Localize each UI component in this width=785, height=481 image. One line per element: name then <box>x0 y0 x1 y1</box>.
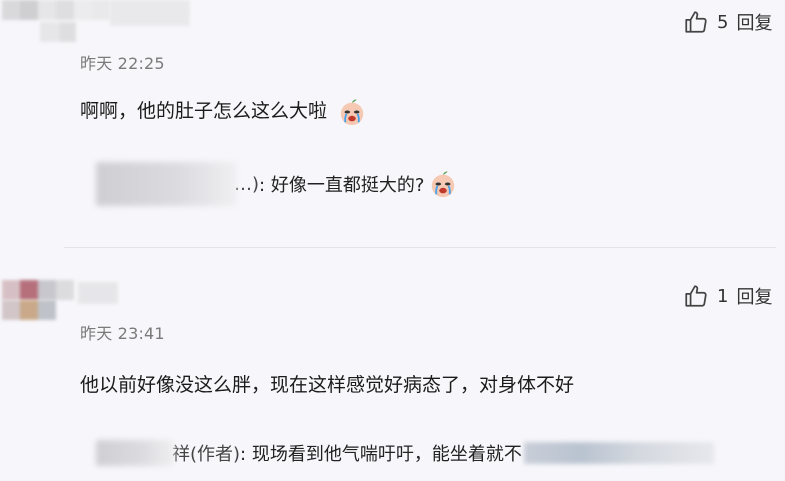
username-blur <box>40 22 76 42</box>
avatar-lower <box>2 300 56 320</box>
comment-text: 啊啊，他的肚子怎么这么大啦 <box>80 96 367 127</box>
thumbs-up-icon <box>685 11 707 33</box>
divider <box>64 247 776 248</box>
reply-author-blur <box>96 440 174 466</box>
avatar[interactable] <box>2 0 110 20</box>
like-button[interactable]: 5 回复 <box>683 9 772 35</box>
reply-item[interactable]: …) : 好像一直都挺大的? <box>96 162 458 206</box>
comment-text: 他以前好像没这么胖，现在这样感觉好病态了，对身体不好 <box>80 374 575 396</box>
comment-time: 昨天 23:41 <box>80 324 165 343</box>
crying-emoji-icon <box>432 171 455 198</box>
like-count: 5 <box>717 11 729 33</box>
like-button[interactable]: 1 回复 <box>683 283 772 309</box>
reply-item[interactable]: 祥(作者) : 现场看到他气喘吁吁，能坐着就不 <box>96 440 714 466</box>
reply-text-blur <box>523 442 714 464</box>
comment-list: 5 回复 昨天 22:25 啊啊，他的肚子怎么这么大啦 …) : 好像一直都挺大… <box>0 0 785 481</box>
reply-author-tail: 祥(作者) <box>172 444 241 465</box>
reply-author-tail: …) <box>234 173 260 195</box>
reply-text: : 好像一直都挺大的? <box>259 175 425 196</box>
reply-text: : 现场看到他气喘吁吁，能坐着就不 <box>240 444 522 465</box>
reply-button[interactable]: 回复 <box>736 283 772 309</box>
like-count: 1 <box>717 285 729 307</box>
reply-button[interactable]: 回复 <box>736 9 772 35</box>
comment-time: 昨天 22:25 <box>80 54 165 73</box>
reply-author-blur <box>96 162 236 206</box>
username-blur <box>78 282 118 304</box>
thumbs-up-icon <box>685 285 707 307</box>
avatar[interactable] <box>2 280 74 300</box>
crying-emoji-icon <box>340 98 364 125</box>
comment-text-content: 啊啊，他的肚子怎么这么大啦 <box>80 100 328 122</box>
username-blur <box>110 0 190 26</box>
